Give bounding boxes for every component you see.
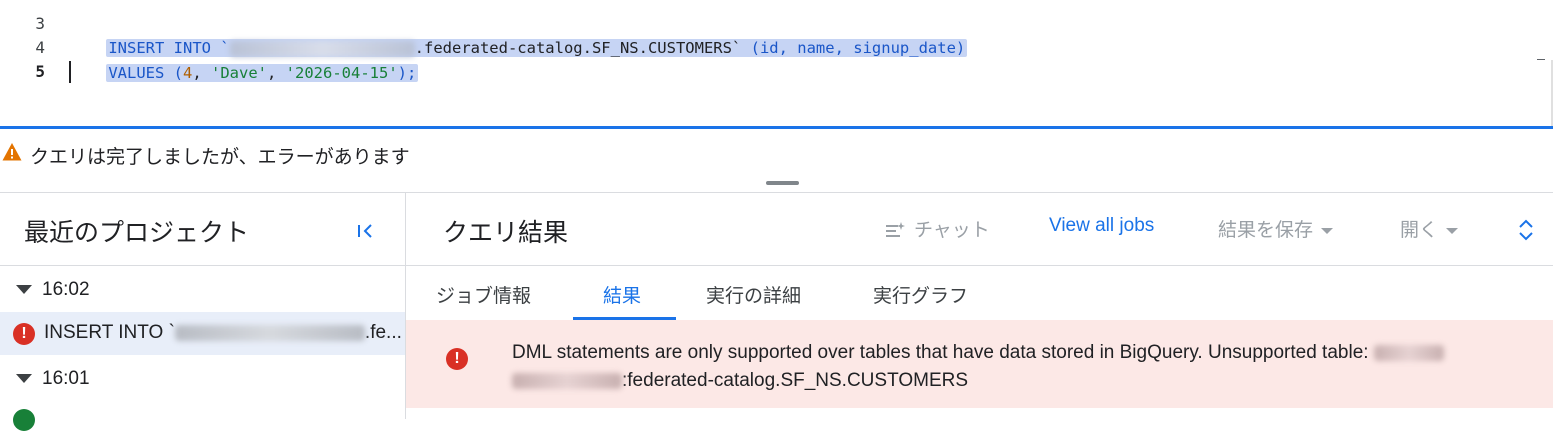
- panel-resizer[interactable]: [0, 175, 1553, 193]
- tab-job-info[interactable]: ジョブ情報: [436, 281, 531, 308]
- panel-title: 最近のプロジェクト: [24, 219, 250, 247]
- history-group-toggle[interactable]: 16:02: [16, 279, 90, 301]
- query-prefix: INSERT INTO `: [44, 322, 175, 343]
- query-suffix: .fe...: [364, 322, 402, 343]
- divider: [0, 265, 405, 266]
- sql-keyword: VALUES (: [108, 64, 183, 82]
- warning-icon: [2, 143, 22, 161]
- code-line-3[interactable]: INSERT INTO ` .federated-catalog.SF_NS.CU…: [69, 12, 968, 57]
- statement-end: );: [397, 64, 417, 82]
- error-message-box: ! DML statements are only supported over…: [406, 320, 1553, 408]
- expand-collapse-icon[interactable]: [1514, 217, 1538, 243]
- redacted-project-id: [512, 372, 622, 389]
- line-number: 4: [35, 38, 45, 57]
- expand-triangle-icon: [16, 285, 32, 295]
- drag-handle-icon[interactable]: [766, 181, 799, 185]
- save-results-dropdown[interactable]: 結果を保存: [1218, 215, 1334, 242]
- line-number-gutter: 3 4 5: [0, 0, 60, 128]
- divider: [406, 265, 1553, 266]
- redacted-project-id: [1373, 344, 1444, 361]
- sql-string: '2026-04-15': [285, 64, 398, 82]
- collapse-panel-icon[interactable]: [352, 219, 378, 243]
- error-message: DML statements are only supported over t…: [512, 339, 1532, 395]
- history-item[interactable]: ! INSERT INTO ` .fe...: [0, 312, 405, 355]
- status-message: クエリは完了しましたが、エラーがあります: [30, 147, 410, 168]
- chat-sparkle-icon: [886, 221, 905, 237]
- column-list: (id, name, signup_date): [741, 39, 966, 57]
- error-line-1: DML statements are only supported over t…: [512, 342, 1374, 363]
- caret-down-icon: [1446, 227, 1459, 234]
- code-line-4[interactable]: VALUES (4, 'Dave', '2026-04-15');: [69, 37, 419, 82]
- open-label: 開く: [1400, 220, 1439, 241]
- query-results-panel: クエリ結果 チャット View all jobs 結果を保存 開く ジョブ情報 …: [406, 193, 1553, 419]
- history-item-label: INSERT INTO ` .fe...: [44, 322, 402, 344]
- sql-editor[interactable]: 3 4 5 INSERT INTO ` .federated-catalog.SF…: [0, 0, 1553, 128]
- sql-number: 4: [182, 64, 193, 82]
- history-group-toggle[interactable]: 16:01: [16, 368, 90, 390]
- expand-triangle-icon: [16, 374, 32, 384]
- error-status-icon: !: [13, 323, 35, 345]
- chat-button[interactable]: チャット: [884, 215, 990, 242]
- separator: ,: [192, 64, 211, 82]
- line-number: 5: [35, 62, 45, 81]
- recent-projects-panel: 最近のプロジェクト 16:02 ! INSERT INTO ` .fe... 16…: [0, 193, 406, 431]
- error-line-2: :federated-catalog.SF_NS.CUSTOMERS: [622, 370, 969, 391]
- line-number: 3: [35, 14, 45, 33]
- caret-down-icon: [1321, 227, 1334, 234]
- save-results-label: 結果を保存: [1218, 220, 1314, 241]
- group-time: 16:01: [42, 368, 90, 389]
- text-cursor: [69, 61, 71, 83]
- open-dropdown[interactable]: 開く: [1400, 215, 1459, 242]
- view-all-jobs-button[interactable]: View all jobs: [1049, 215, 1154, 237]
- sql-string: 'Dave': [211, 64, 267, 82]
- separator: ,: [267, 64, 286, 82]
- redacted-project-id: [174, 324, 365, 341]
- scrollbar-marker: [1537, 59, 1545, 60]
- tab-results[interactable]: 結果: [603, 281, 641, 308]
- query-status-bar: クエリは完了しましたが、エラーがあります: [0, 129, 1553, 175]
- tab-execution-graph[interactable]: 実行グラフ: [873, 281, 968, 308]
- panel-title: クエリ結果: [443, 219, 569, 247]
- chat-label: チャット: [914, 220, 990, 241]
- error-icon: !: [446, 348, 468, 370]
- group-time: 16:02: [42, 279, 90, 300]
- table-name: .federated-catalog.SF_NS.CUSTOMERS`: [414, 39, 742, 57]
- tab-execution-details[interactable]: 実行の詳細: [706, 281, 801, 308]
- success-status-icon: [13, 409, 35, 431]
